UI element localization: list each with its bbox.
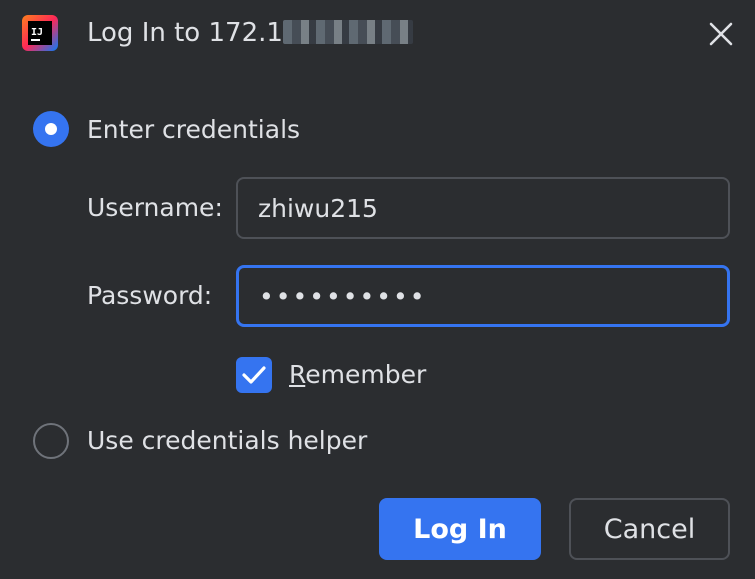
credentials-helper-label[interactable]: Use credentials helper <box>87 423 367 459</box>
dialog-title: Log In to 172.1 <box>87 14 413 52</box>
checkmark-icon <box>242 366 266 384</box>
intellij-idea-icon: IJ <box>22 15 58 51</box>
password-field[interactable] <box>236 265 730 327</box>
username-field[interactable] <box>236 177 730 239</box>
username-label: Username: <box>87 193 223 222</box>
remember-mnemonic: R <box>289 360 306 389</box>
enter-credentials-radio[interactable] <box>33 111 69 147</box>
credentials-helper-radio[interactable] <box>33 423 69 459</box>
close-icon[interactable] <box>701 14 741 54</box>
password-label: Password: <box>87 281 213 310</box>
redacted-host <box>282 19 413 44</box>
remember-label-rest: emember <box>305 360 427 389</box>
remember-checkbox[interactable] <box>236 357 272 393</box>
cancel-button[interactable]: Cancel <box>569 498 730 560</box>
svg-text:IJ: IJ <box>31 27 43 38</box>
login-button[interactable]: Log In <box>379 498 541 560</box>
dialog-titlebar: IJ Log In to 172.1 <box>0 0 755 66</box>
enter-credentials-label[interactable]: Enter credentials <box>87 112 300 148</box>
dialog-title-text: Log In to 172.1 <box>87 18 283 48</box>
remember-label[interactable]: Remember <box>289 357 426 393</box>
